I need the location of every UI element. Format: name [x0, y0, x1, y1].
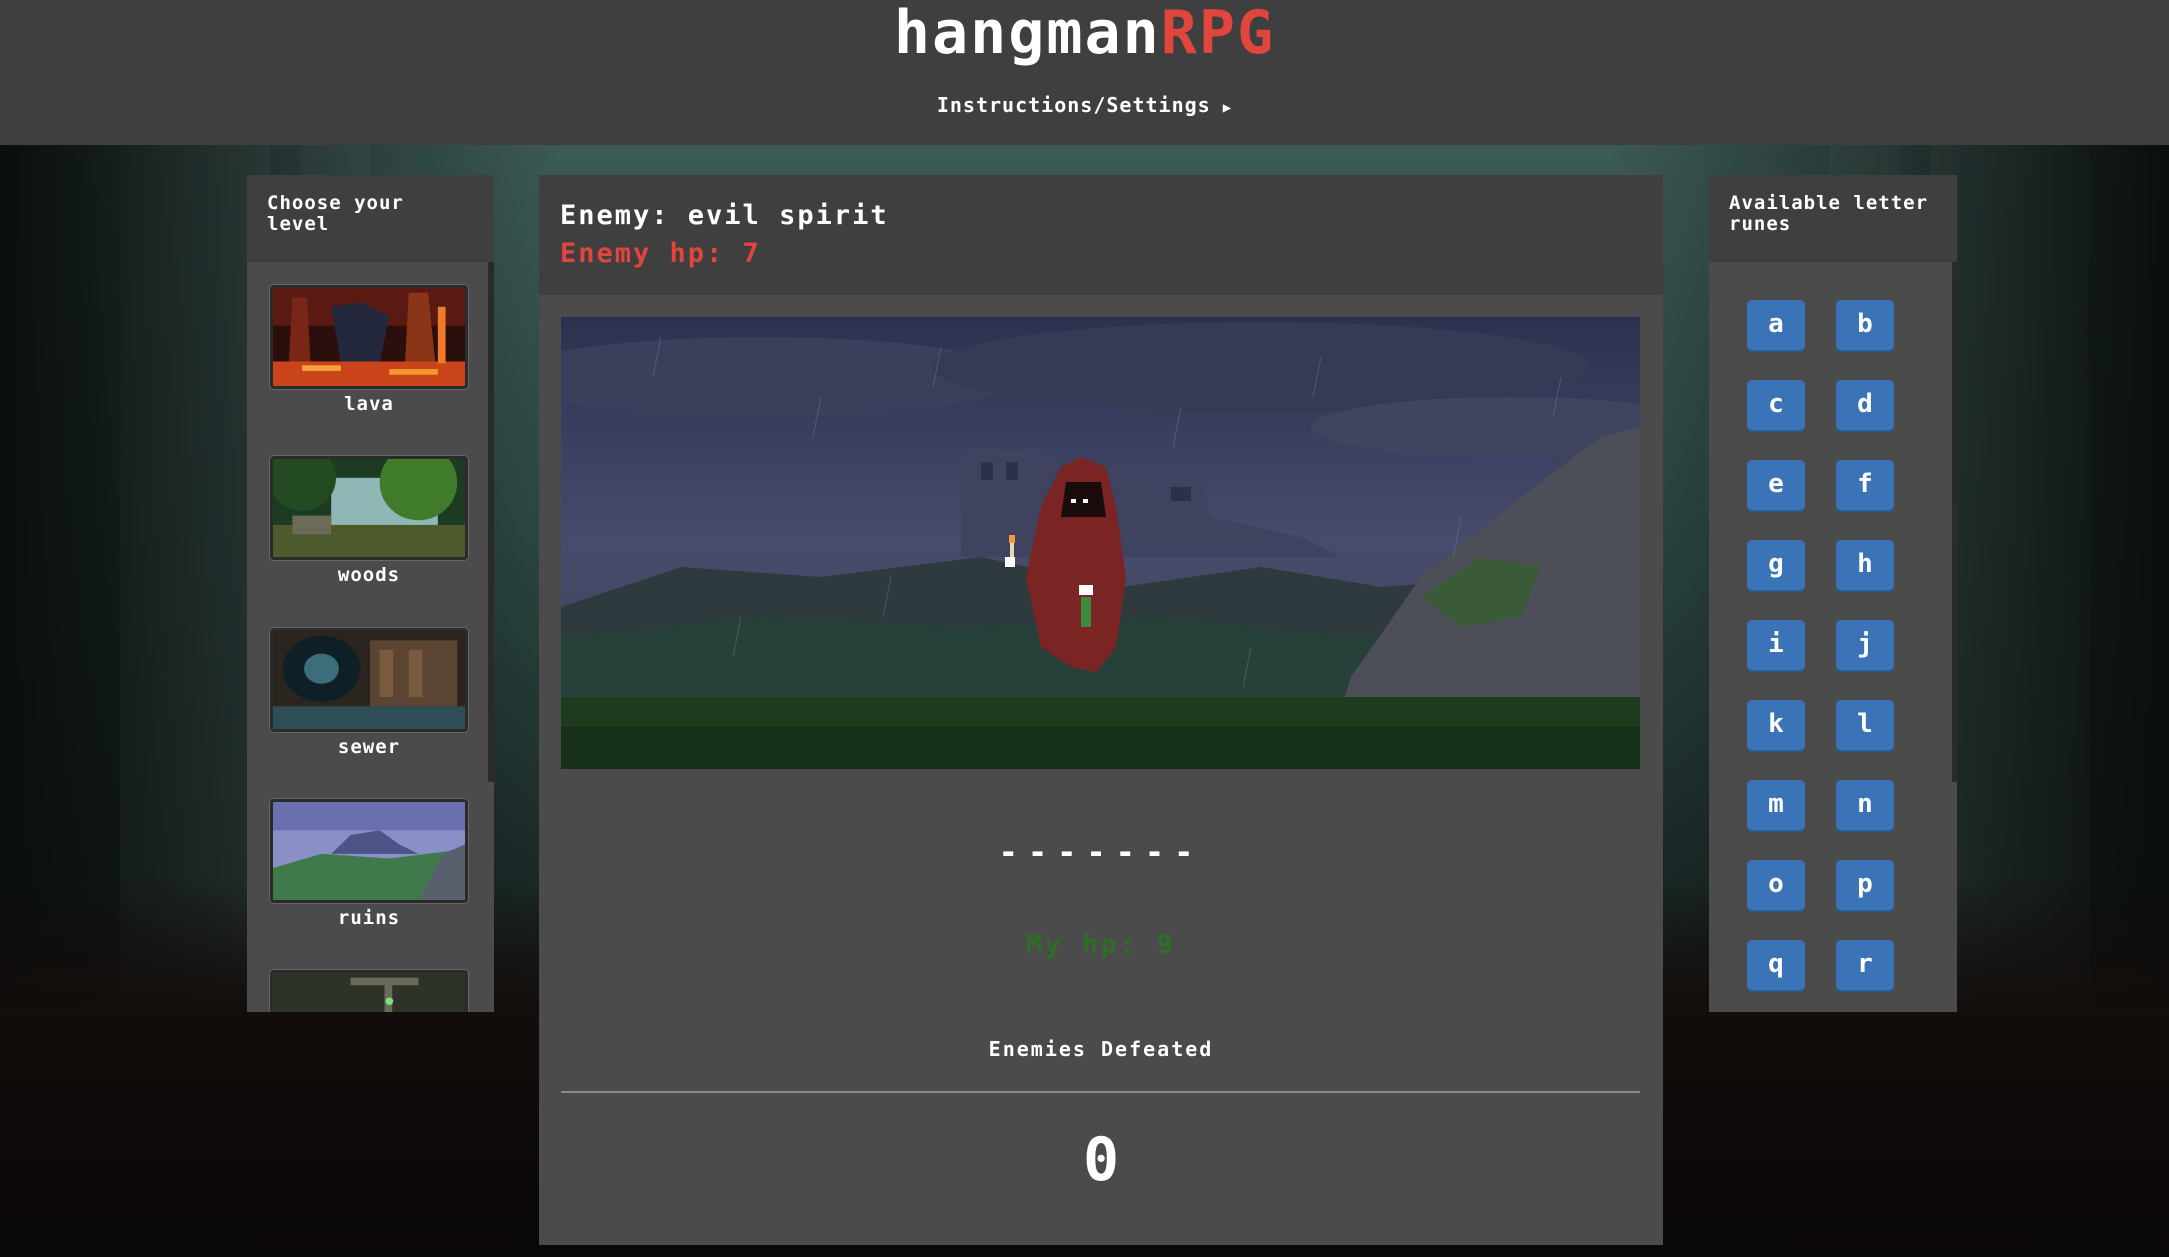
level-label: lava: [344, 393, 394, 415]
header-bar: hangmanRPG Instructions/Settings ▶: [0, 0, 2169, 145]
rune-button-p[interactable]: p: [1836, 860, 1894, 910]
battle-scene-image: [561, 317, 1640, 769]
level-list-scrollbar[interactable]: [488, 262, 494, 782]
lava-level-thumbnail: [270, 285, 468, 389]
player-hp: My hp: 9: [1026, 930, 1176, 960]
battle-area: ------- My hp: 9 Enemies Defeated 0: [539, 295, 1663, 1245]
rune-button-h[interactable]: h: [1836, 540, 1894, 590]
rune-panel-title: Available letter runes: [1709, 175, 1957, 262]
rune-button-a[interactable]: a: [1747, 300, 1805, 350]
rune-button-f[interactable]: f: [1836, 460, 1894, 510]
enemy-name: Enemy: evil spirit: [560, 200, 889, 231]
rune-button-r[interactable]: r: [1836, 940, 1894, 990]
rune-button-c[interactable]: c: [1747, 380, 1805, 430]
level-label: sewer: [337, 736, 401, 758]
ruins-level-thumbnail: [270, 799, 468, 903]
level-panel-title: Choose your level: [247, 175, 494, 262]
rune-button-l[interactable]: l: [1836, 700, 1894, 750]
rune-grid: abcdefghijklmnopqr: [1709, 262, 1957, 1012]
level-label: woods: [337, 564, 401, 586]
instructions-settings-label: Instructions/Settings: [936, 93, 1211, 117]
rune-button-b[interactable]: b: [1836, 300, 1894, 350]
logo-text-hangman: hangman: [893, 0, 1161, 68]
enemy-hp: Enemy hp: 7: [560, 238, 761, 269]
enemies-defeated-count: 0: [1082, 1125, 1120, 1195]
rune-button-q[interactable]: q: [1747, 940, 1805, 990]
level-list: lava woods sewer ruins: [247, 262, 494, 1012]
rune-button-e[interactable]: e: [1747, 460, 1805, 510]
divider: [561, 1091, 1640, 1093]
rune-button-i[interactable]: i: [1747, 620, 1805, 670]
rune-button-d[interactable]: d: [1836, 380, 1894, 430]
rune-button-g[interactable]: g: [1747, 540, 1805, 590]
level-item-ruins[interactable]: ruins: [270, 799, 468, 929]
rune-button-n[interactable]: n: [1836, 780, 1894, 830]
app-logo: hangmanRPG: [0, 0, 2169, 66]
rune-button-j[interactable]: j: [1836, 620, 1894, 670]
rune-button-m[interactable]: m: [1747, 780, 1805, 830]
rune-button-o[interactable]: o: [1747, 860, 1805, 910]
sewer-level-thumbnail: [270, 628, 468, 732]
level-item-partial[interactable]: [270, 970, 468, 1012]
hidden-word: -------: [998, 833, 1204, 871]
rune-list-scrollbar[interactable]: [1952, 262, 1957, 782]
level-item-sewer[interactable]: sewer: [270, 628, 468, 758]
level-item-lava[interactable]: lava: [270, 285, 468, 415]
level-label: ruins: [337, 907, 401, 929]
level-thumbnail: [270, 970, 468, 1012]
logo-text-rpg: RPG: [1160, 0, 1276, 68]
woods-level-thumbnail: [268, 444, 468, 560]
rune-button-k[interactable]: k: [1747, 700, 1805, 750]
enemy-info: Enemy: evil spirit Enemy hp: 7: [539, 175, 1663, 295]
instructions-settings-toggle[interactable]: Instructions/Settings ▶: [0, 90, 2169, 120]
enemies-defeated-label: Enemies Defeated: [988, 1037, 1214, 1061]
expand-triangle-icon: ▶: [1222, 100, 1233, 116]
level-item-woods[interactable]: woods: [268, 444, 468, 586]
